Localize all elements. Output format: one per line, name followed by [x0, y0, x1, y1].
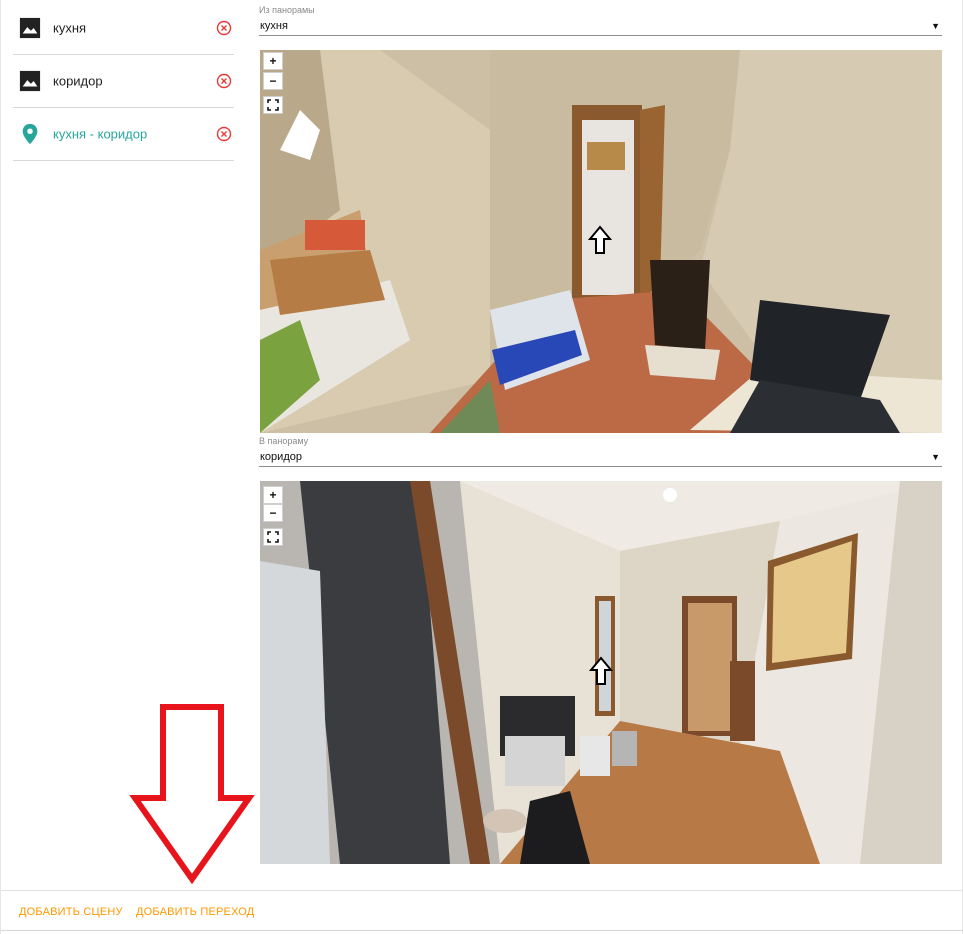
delete-icon[interactable] — [216, 20, 232, 36]
delete-icon[interactable] — [216, 73, 232, 89]
add-scene-button[interactable]: ДОБАВИТЬ СЦЕНУ — [19, 906, 123, 918]
fullscreen-button[interactable] — [263, 96, 283, 114]
image-icon — [19, 17, 41, 39]
bottom-divider — [1, 930, 963, 931]
transition-hotspot-arrow-icon[interactable] — [588, 225, 612, 255]
fullscreen-icon — [267, 531, 279, 543]
list-item-scene-corridor[interactable]: коридор — [13, 55, 234, 108]
image-icon — [19, 70, 41, 92]
annotation-down-arrow-icon — [129, 704, 255, 885]
list-item-transition[interactable]: кухня - коридор — [13, 108, 234, 161]
to-panorama-field: В панораму коридор ▼ — [259, 436, 942, 467]
from-panorama-value: кухня — [260, 20, 288, 32]
fullscreen-button[interactable] — [263, 528, 283, 546]
app-frame: кухня коридор кухня - коридор Из панорам… — [0, 0, 963, 934]
to-panorama-viewer[interactable]: + − — [260, 481, 942, 864]
to-panorama-select[interactable]: коридор ▼ — [259, 447, 942, 467]
fullscreen-icon — [267, 99, 279, 111]
from-panorama-select[interactable]: кухня ▼ — [259, 16, 942, 36]
zoom-out-button[interactable]: − — [263, 72, 283, 90]
zoom-in-button[interactable]: + — [263, 52, 283, 70]
zoom-out-button[interactable]: − — [263, 504, 283, 522]
list-item-scene-kitchen[interactable]: кухня — [13, 2, 234, 55]
footer-actions: ДОБАВИТЬ СЦЕНУ ДОБАВИТЬ ПЕРЕХОД — [1, 890, 962, 931]
map-pin-icon — [22, 123, 38, 145]
from-panorama-label: Из панорамы — [259, 5, 315, 15]
from-panorama-viewer[interactable]: + − — [260, 50, 942, 433]
transition-hotspot-arrow-icon[interactable] — [589, 656, 613, 686]
list-item-label: кухня - коридор — [53, 126, 148, 142]
from-panorama-field: Из панорамы кухня ▼ — [259, 5, 942, 36]
add-transition-button[interactable]: ДОБАВИТЬ ПЕРЕХОД — [136, 906, 254, 918]
list-item-label: кухня — [53, 20, 87, 36]
delete-icon[interactable] — [216, 126, 232, 142]
to-panorama-value: коридор — [260, 451, 302, 463]
dropdown-caret-icon: ▼ — [931, 452, 940, 462]
dropdown-caret-icon: ▼ — [931, 21, 940, 31]
scene-list: кухня коридор кухня - коридор — [13, 2, 234, 161]
list-item-label: коридор — [53, 73, 103, 89]
zoom-in-button[interactable]: + — [263, 486, 283, 504]
to-panorama-label: В панораму — [259, 436, 309, 446]
